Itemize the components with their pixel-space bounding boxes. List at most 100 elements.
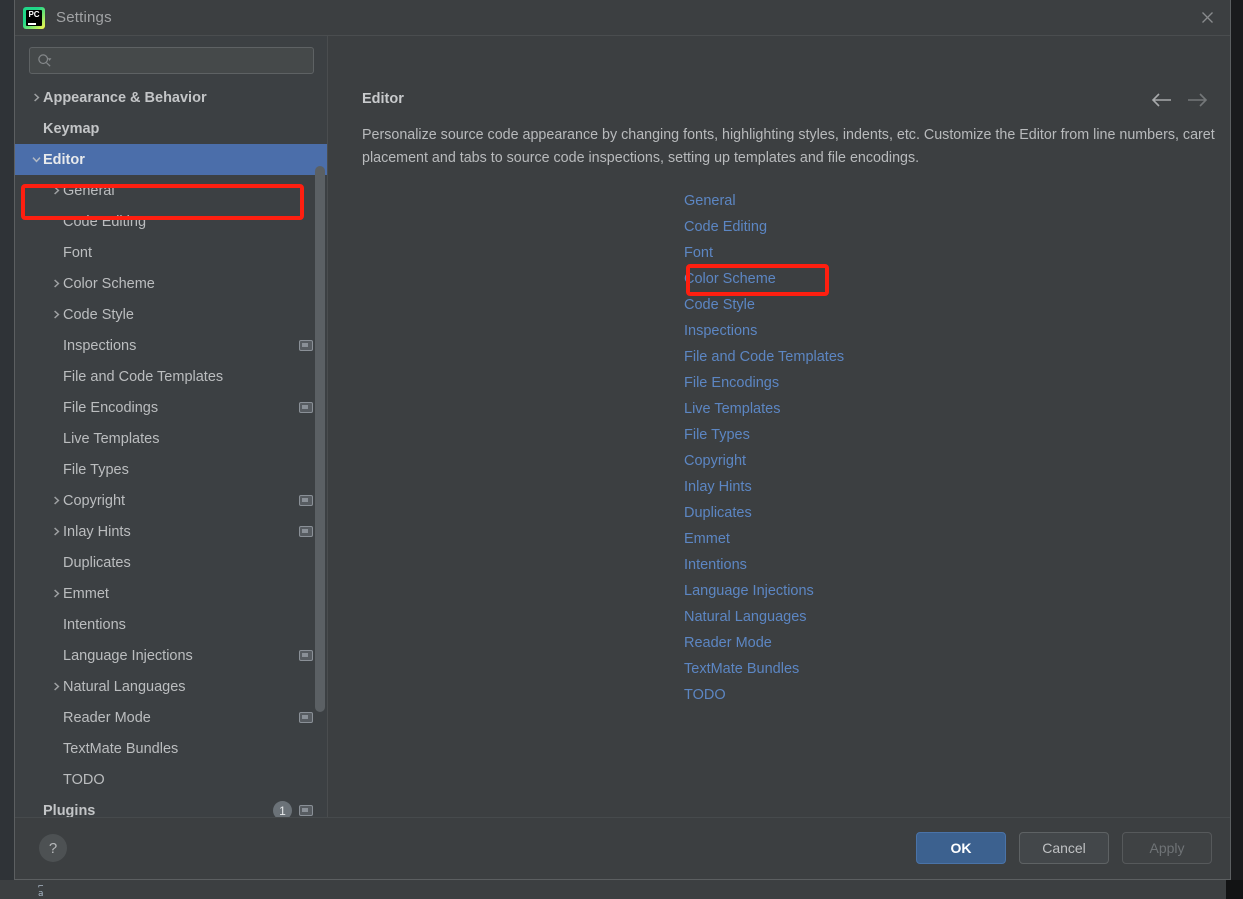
sidebar-item-textmate-bundles[interactable]: TextMate Bundles [15, 733, 327, 764]
settings-link-todo[interactable]: TODO [684, 682, 726, 708]
nav-buttons [1149, 88, 1210, 112]
sidebar-item-label: Copyright [63, 492, 126, 509]
settings-link-list: General Code Editing Font Color Scheme Code … [684, 188, 844, 708]
sidebar-item-font[interactable]: Font [15, 237, 327, 268]
dialog-footer: ? OK Cancel Apply [15, 817, 1230, 879]
settings-link-live-templates[interactable]: Live Templates [684, 396, 780, 422]
project-scope-icon [299, 650, 313, 661]
status-badge: 1 [273, 801, 292, 817]
sidebar-item-label: Code Editing [63, 213, 147, 230]
backdrop-bottom-strip [0, 880, 1243, 899]
sidebar-item-inlay-hints[interactable]: Inlay Hints [15, 516, 327, 547]
settings-link-general[interactable]: General [684, 188, 736, 214]
settings-link-file-types[interactable]: File Types [684, 422, 750, 448]
settings-link-font[interactable]: Font [684, 240, 713, 266]
sidebar-item-language-injections[interactable]: Language Injections [15, 640, 327, 671]
close-icon[interactable] [1184, 0, 1230, 35]
sidebar-item-label: Inlay Hints [63, 523, 131, 540]
sidebar-item-label: File Encodings [63, 399, 159, 416]
chevron-right-icon[interactable] [49, 185, 63, 196]
arrow-right-icon[interactable] [1186, 88, 1210, 112]
cancel-button[interactable]: Cancel [1019, 832, 1109, 864]
sidebar-item-keymap[interactable]: Keymap [15, 113, 327, 144]
sidebar-item-label: File and Code Templates [63, 368, 224, 385]
chevron-right-icon[interactable] [49, 588, 63, 599]
chevron-right-icon[interactable] [49, 309, 63, 320]
sidebar-item-label: Appearance & Behavior [43, 89, 207, 106]
settings-link-natural-languages[interactable]: Natural Languages [684, 604, 807, 630]
settings-link-language-injections[interactable]: Language Injections [684, 578, 814, 604]
sidebar-item-intentions[interactable]: Intentions [15, 609, 327, 640]
settings-link-intentions[interactable]: Intentions [684, 552, 747, 578]
sidebar-scrollbar-thumb[interactable] [315, 166, 325, 712]
backdrop-left-strip [0, 0, 14, 899]
sidebar-item-label: Plugins [43, 802, 96, 818]
search-icon [38, 54, 52, 67]
title-bar: PC Settings [15, 0, 1230, 36]
sidebar-item-label: Code Style [63, 306, 134, 323]
chevron-down-icon[interactable] [29, 154, 43, 165]
settings-link-textmate-bundles[interactable]: TextMate Bundles [684, 656, 799, 682]
sidebar-item-label: Keymap [43, 120, 100, 137]
pycharm-logo-bar [28, 22, 36, 25]
project-scope-icon [299, 495, 313, 506]
sidebar-item-live-templates[interactable]: Live Templates [15, 423, 327, 454]
sidebar-item-reader-mode[interactable]: Reader Mode [15, 702, 327, 733]
sidebar-item-emmet[interactable]: Emmet [15, 578, 327, 609]
chevron-right-icon[interactable] [29, 92, 43, 103]
ok-button[interactable]: OK [916, 832, 1006, 864]
settings-link-code-editing[interactable]: Code Editing [684, 214, 767, 240]
chevron-right-icon[interactable] [49, 278, 63, 289]
sidebar-item-natural-languages[interactable]: Natural Languages [15, 671, 327, 702]
search-row [15, 36, 327, 82]
footer-buttons: OK Cancel Apply [916, 832, 1212, 864]
sidebar-item-inspections[interactable]: Inspections [15, 330, 327, 361]
chevron-right-icon[interactable] [49, 526, 63, 537]
settings-link-emmet[interactable]: Emmet [684, 526, 730, 552]
sidebar-item-copyright[interactable]: Copyright [15, 485, 327, 516]
page-title: Editor [362, 91, 404, 107]
sidebar-item-file-encodings[interactable]: File Encodings [15, 392, 327, 423]
search-input[interactable] [29, 47, 314, 74]
sidebar-item-code-style[interactable]: Code Style [15, 299, 327, 330]
settings-link-inspections[interactable]: Inspections [684, 318, 757, 344]
settings-link-color-scheme[interactable]: Color Scheme [684, 266, 776, 292]
apply-button[interactable]: Apply [1122, 832, 1212, 864]
backdrop-bottom-right-corner [1226, 880, 1243, 899]
project-scope-icon [299, 340, 313, 351]
settings-link-inlay-hints[interactable]: Inlay Hints [684, 474, 752, 500]
sidebar-item-label: TODO [63, 771, 105, 788]
sidebar-item-color-scheme[interactable]: Color Scheme [15, 268, 327, 299]
chevron-right-icon[interactable] [49, 681, 63, 692]
sidebar-item-label: Live Templates [63, 430, 160, 447]
chevron-right-icon[interactable] [49, 495, 63, 506]
main-panel: Editor Personalize source code appearanc… [328, 36, 1230, 817]
sidebar-item-todo[interactable]: TODO [15, 764, 327, 795]
sidebar-scrollbar[interactable] [314, 81, 326, 817]
sidebar-item-label: Editor [43, 151, 85, 168]
sidebar-item-editor[interactable]: Editor [15, 144, 327, 175]
sidebar-item-general[interactable]: General [15, 175, 327, 206]
settings-link-code-style[interactable]: Code Style [684, 292, 755, 318]
sidebar-item-file-types[interactable]: File Types [15, 454, 327, 485]
sidebar-item-duplicates[interactable]: Duplicates [15, 547, 327, 578]
sidebar-item-label: Font [63, 244, 93, 261]
sidebar-item-code-editing[interactable]: Code Editing [15, 206, 327, 237]
sidebar-item-label: TextMate Bundles [63, 740, 179, 757]
settings-link-copyright[interactable]: Copyright [684, 448, 746, 474]
sidebar-tree-viewport: Appearance & Behavior Keymap Editor General… [15, 82, 327, 817]
project-scope-icon [299, 526, 313, 537]
help-icon[interactable]: ? [39, 834, 67, 862]
settings-link-duplicates[interactable]: Duplicates [684, 500, 752, 526]
sidebar-item-plugins[interactable]: Plugins 1 [15, 795, 327, 817]
settings-link-file-and-code-templates[interactable]: File and Code Templates [684, 344, 844, 370]
sidebar-item-appearance-behavior[interactable]: Appearance & Behavior [15, 82, 327, 113]
settings-link-reader-mode[interactable]: Reader Mode [684, 630, 772, 656]
sidebar-item-file-and-code-templates[interactable]: File and Code Templates [15, 361, 327, 392]
arrow-left-icon[interactable] [1149, 88, 1173, 112]
settings-link-file-encodings[interactable]: File Encodings [684, 370, 779, 396]
pycharm-logo-icon: PC [23, 6, 45, 29]
backdrop-right-strip [1231, 0, 1243, 880]
sidebar-item-label: Color Scheme [63, 275, 155, 292]
project-scope-icon [299, 805, 313, 816]
